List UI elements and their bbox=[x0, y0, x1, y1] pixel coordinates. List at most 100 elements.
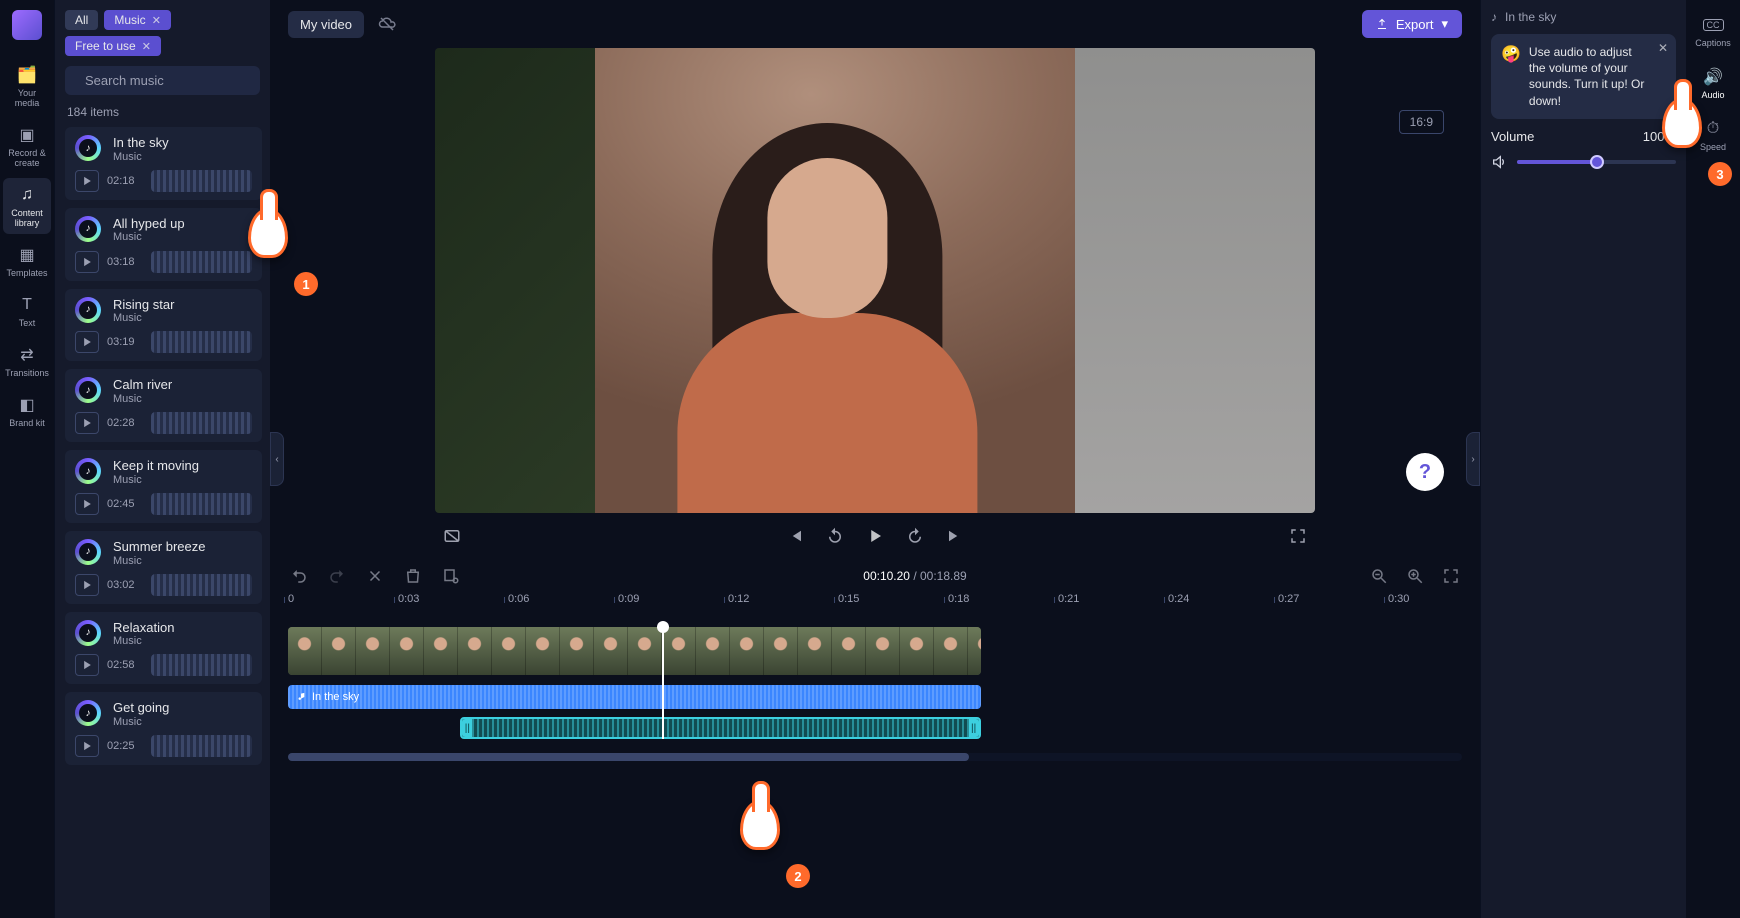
ruler-tick: 0:24 bbox=[1168, 593, 1189, 605]
close-icon[interactable]: ✕ bbox=[142, 40, 151, 53]
export-button[interactable]: Export ▾ bbox=[1362, 10, 1462, 38]
delete-button[interactable] bbox=[402, 565, 424, 587]
help-button[interactable]: ? bbox=[1406, 453, 1444, 491]
media-duration: 02:28 bbox=[107, 417, 143, 429]
zoom-out-button[interactable] bbox=[1368, 565, 1390, 587]
preview-play-button[interactable] bbox=[75, 654, 99, 676]
media-subtitle: Music bbox=[113, 231, 252, 244]
media-card[interactable]: ♪In the skyMusic02:18 bbox=[65, 127, 262, 200]
skip-start-button[interactable] bbox=[784, 525, 806, 547]
emoji-icon: 🤪 bbox=[1501, 44, 1521, 109]
tool-captions[interactable]: CC Captions bbox=[1688, 10, 1738, 52]
waveform bbox=[462, 719, 978, 737]
preview-play-button[interactable] bbox=[75, 493, 99, 515]
timeline[interactable]: 00:030:060:090:120:150:180:210:240:270:3… bbox=[270, 593, 1480, 777]
waveform-thumbnail bbox=[151, 493, 252, 515]
preview-play-button[interactable] bbox=[75, 331, 99, 353]
nav-content-library[interactable]: ♫ Content library bbox=[3, 178, 51, 234]
music-note-icon: ♪ bbox=[1491, 10, 1497, 24]
text-icon: T bbox=[16, 294, 38, 316]
safe-zone-toggle[interactable] bbox=[441, 525, 463, 547]
rewind-button[interactable] bbox=[824, 525, 846, 547]
tool-audio[interactable]: 🔊 Audio bbox=[1688, 62, 1738, 104]
redo-button[interactable] bbox=[326, 565, 348, 587]
media-list[interactable]: ♪In the skyMusic02:18♪All hyped upMusic0… bbox=[55, 127, 270, 918]
nav-brand-kit[interactable]: ◧ Brand kit bbox=[3, 388, 51, 434]
speaker-icon[interactable] bbox=[1491, 154, 1507, 170]
play-button[interactable] bbox=[864, 525, 886, 547]
preview-play-button[interactable] bbox=[75, 251, 99, 273]
cloud-sync-icon[interactable] bbox=[376, 13, 398, 35]
preview-play-button[interactable] bbox=[75, 412, 99, 434]
timeline-toolbar: 00:10.20 / 00:18.89 bbox=[270, 559, 1480, 593]
media-card[interactable]: ♪Keep it movingMusic02:45 bbox=[65, 450, 262, 523]
close-icon[interactable]: ✕ bbox=[152, 14, 161, 27]
nav-templates[interactable]: ▦ Templates bbox=[3, 238, 51, 284]
close-tip-button[interactable]: ✕ bbox=[1658, 40, 1668, 56]
media-duration: 02:25 bbox=[107, 740, 143, 752]
ruler-tick: 0:30 bbox=[1388, 593, 1409, 605]
project-title[interactable]: My video bbox=[288, 11, 364, 38]
video-clip[interactable] bbox=[288, 627, 981, 675]
undo-button[interactable] bbox=[288, 565, 310, 587]
media-card[interactable]: ♪All hyped upMusic03:18 bbox=[65, 208, 262, 281]
timeline-ruler[interactable]: 00:030:060:090:120:150:180:210:240:270:3… bbox=[288, 593, 1462, 619]
skip-end-button[interactable] bbox=[944, 525, 966, 547]
transitions-icon: ⇄ bbox=[16, 344, 38, 366]
preview-play-button[interactable] bbox=[75, 735, 99, 757]
slider-knob[interactable] bbox=[1590, 155, 1604, 169]
aspect-ratio-button[interactable]: 16:9 bbox=[1399, 110, 1444, 134]
timeline-scrollbar[interactable] bbox=[288, 753, 1462, 761]
tool-speed[interactable]: ⏱ Speed bbox=[1688, 114, 1738, 156]
music-note-icon bbox=[296, 692, 306, 702]
preview-bg-right bbox=[1075, 48, 1315, 513]
playhead[interactable] bbox=[662, 629, 664, 739]
split-button[interactable] bbox=[364, 565, 386, 587]
nav-record[interactable]: ▣ Record & create bbox=[3, 118, 51, 174]
media-title: Rising star bbox=[113, 297, 252, 313]
templates-icon: ▦ bbox=[16, 244, 38, 266]
media-duration: 03:18 bbox=[107, 256, 143, 268]
search-music[interactable] bbox=[65, 66, 260, 95]
clip-trim-left[interactable]: || bbox=[462, 719, 472, 737]
captions-icon: CC bbox=[1702, 14, 1724, 36]
preview-play-button[interactable] bbox=[75, 574, 99, 596]
video-preview[interactable] bbox=[435, 48, 1315, 513]
audio-clip-selected[interactable]: || || bbox=[460, 717, 980, 739]
media-duration: 02:45 bbox=[107, 498, 143, 510]
media-card[interactable]: ♪Calm riverMusic02:28 bbox=[65, 369, 262, 442]
media-card[interactable]: ♪RelaxationMusic02:58 bbox=[65, 612, 262, 685]
nav-your-media[interactable]: 🗂️ Your media bbox=[3, 58, 51, 114]
tool-rail: CC Captions 🔊 Audio ⏱ Speed bbox=[1686, 0, 1740, 918]
chevron-down-icon: ▾ bbox=[1441, 16, 1448, 32]
collapse-right-panel[interactable]: › bbox=[1466, 432, 1480, 486]
waveform-thumbnail bbox=[151, 735, 252, 757]
collapse-left-panel[interactable]: ‹ bbox=[270, 432, 284, 486]
search-input[interactable] bbox=[83, 72, 263, 89]
zoom-fit-button[interactable] bbox=[1440, 565, 1462, 587]
forward-button[interactable] bbox=[904, 525, 926, 547]
scrollbar-thumb[interactable] bbox=[288, 753, 969, 761]
audio-clip-in-the-sky[interactable]: In the sky bbox=[288, 685, 981, 709]
media-subtitle: Music bbox=[113, 635, 252, 648]
chip-music[interactable]: Music✕ bbox=[104, 10, 171, 30]
upload-icon bbox=[1376, 18, 1388, 30]
media-card[interactable]: ♪Summer breezeMusic03:02 bbox=[65, 531, 262, 604]
volume-slider[interactable] bbox=[1517, 160, 1676, 164]
fullscreen-button[interactable] bbox=[1287, 525, 1309, 547]
waveform bbox=[288, 685, 981, 709]
ruler-tick: 0:12 bbox=[728, 593, 749, 605]
preview-play-button[interactable] bbox=[75, 170, 99, 192]
zoom-in-button[interactable] bbox=[1404, 565, 1426, 587]
nav-transitions[interactable]: ⇄ Transitions bbox=[3, 338, 51, 384]
ruler-tick: 0 bbox=[288, 593, 294, 605]
media-card[interactable]: ♪Rising starMusic03:19 bbox=[65, 289, 262, 362]
nav-text[interactable]: T Text bbox=[3, 288, 51, 334]
clip-trim-right[interactable]: || bbox=[969, 719, 979, 737]
media-title: All hyped up bbox=[113, 216, 252, 232]
volume-control bbox=[1491, 154, 1676, 170]
media-card[interactable]: ♪Get goingMusic02:25 bbox=[65, 692, 262, 765]
chip-all[interactable]: All bbox=[65, 10, 98, 30]
duplicate-button[interactable] bbox=[440, 565, 462, 587]
chip-free[interactable]: Free to use✕ bbox=[65, 36, 161, 56]
